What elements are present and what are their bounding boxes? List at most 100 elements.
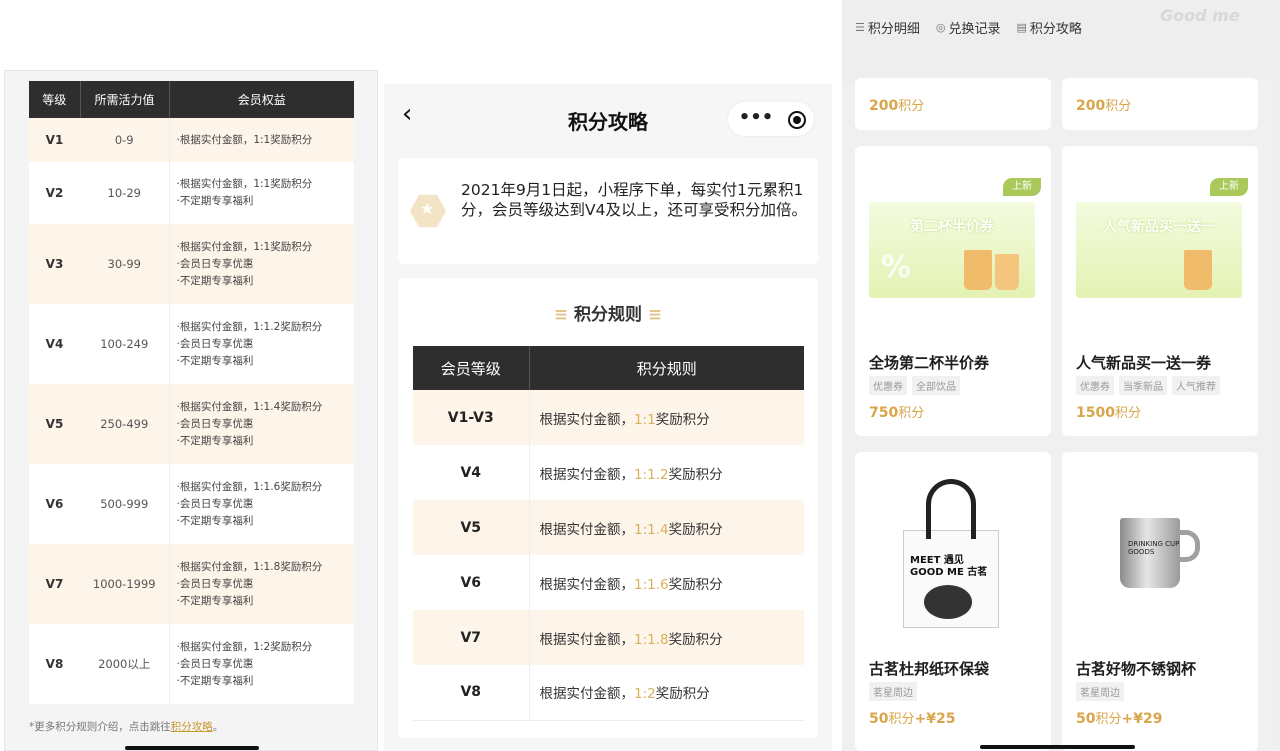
points-cell: 10-29	[80, 162, 169, 224]
product-tag: 优惠券	[1076, 376, 1114, 395]
level-cell: V3	[29, 224, 80, 304]
product-card[interactable]: 第二杯半价券 % 上新 全场第二杯半价券 优惠券 全部饮品 750积分	[855, 146, 1051, 436]
benefit-line: ·根据实付金额，1:1奖励积分	[176, 240, 313, 253]
level-cell: V7	[413, 610, 529, 665]
price-unit: 积分	[1095, 712, 1122, 727]
rule-ratio: 1:1.2	[634, 466, 669, 483]
product-name: 古茗杜邦纸环保袋	[869, 660, 990, 678]
rule-prefix: 根据实付金额，	[539, 521, 635, 538]
product-tags: 优惠券 当季新品 人气推荐	[1076, 376, 1220, 395]
bag-print: MEET 遇见 GOOD ME 古茗	[910, 555, 987, 579]
benefit-line: ·根据实付金额，1:1奖励积分	[176, 178, 313, 190]
benefits-cell: ·根据实付金额，1:1奖励积分	[168, 118, 354, 162]
drink-cup-icon	[964, 250, 992, 290]
points-cell: 100-249	[80, 304, 169, 384]
price-value: 200	[869, 98, 899, 114]
product-card[interactable]: 200积分	[855, 78, 1051, 130]
coupon-banner: 第二杯半价券	[910, 219, 994, 235]
points-cell: 1000-1999	[80, 544, 169, 624]
exchange-record-link[interactable]: ◎ 兑换记录	[936, 18, 1001, 37]
benefit-line: ·不定期专享福利	[176, 274, 254, 287]
benefits-cell: ·根据实付金额，1:1.4奖励积分 ·会员日专享优惠 ·不定期专享福利	[168, 384, 354, 464]
cup-print-line: DRINKING CUP	[1128, 540, 1180, 548]
points-strategy-page: ‹ 积分攻略 ••• 2021年9月1日起，小程序下单，每实付1元累积1分，会员…	[384, 84, 832, 751]
points-cell: 500-999	[80, 464, 169, 544]
benefit-line: ·会员日专享优惠	[176, 417, 254, 430]
product-card[interactable]: DRINKING CUP GOODS 古茗好物不锈钢杯 茗星周边 50积分+¥29	[1062, 452, 1258, 751]
benefit-line: ·会员日专享优惠	[176, 257, 254, 270]
link-label: 兑换记录	[948, 22, 1001, 37]
level-cell: V1-V3	[413, 390, 529, 445]
rule-ratio: 1:2	[634, 686, 656, 703]
rule-ratio: 1:1.4	[634, 521, 669, 538]
drink-cup-icon	[995, 254, 1019, 290]
rule-ratio: 1:1.6	[634, 576, 669, 593]
level-cell: V6	[29, 464, 80, 544]
points-detail-link[interactable]: ☰ 积分明细	[855, 18, 920, 37]
brand-watermark: Good me	[1160, 6, 1240, 25]
benefit-line: ·根据实付金额，1:1.4奖励积分	[176, 400, 323, 413]
level-cell: V8	[29, 624, 80, 704]
price-unit: 积分	[898, 406, 925, 421]
miniprogram-capsule: •••	[727, 101, 815, 137]
record-icon: ◎	[935, 21, 946, 34]
points-cell: 0-9	[80, 118, 169, 162]
product-tag: 人气推荐	[1172, 376, 1220, 395]
more-icon[interactable]: •••	[738, 108, 774, 130]
rule-suffix: 奖励积分	[668, 466, 723, 483]
product-tag: 优惠券	[869, 376, 907, 395]
product-grid: 200积分 200积分 第二杯半价券 % 上新 全场第二杯半价券 优惠券 全部饮…	[845, 78, 1275, 751]
footnote-end: 。	[212, 721, 224, 733]
product-price: 200积分	[869, 95, 924, 114]
rule-cell: 根据实付金额，1:1.8奖励积分	[528, 610, 804, 665]
table-row: V5 250-499 ·根据实付金额，1:1.4奖励积分 ·会员日专享优惠 ·不…	[29, 384, 354, 464]
product-card[interactable]: 200积分	[1062, 78, 1258, 130]
home-indicator	[125, 746, 259, 750]
benefits-cell: ·根据实付金额，1:2奖励积分 ·会员日专享优惠 ·不定期专享福利	[168, 624, 354, 704]
strategy-link[interactable]: 积分攻略	[171, 721, 213, 733]
product-card[interactable]: 人气新品买一送一 上新 人气新品买一送一券 优惠券 当季新品 人气推荐 1500…	[1062, 146, 1258, 436]
benefit-line: ·不定期专享福利	[176, 434, 254, 447]
table-row: V2 10-29 ·根据实付金额，1:1奖励积分 ·不定期专享福利	[29, 162, 354, 224]
cup-print: DRINKING CUP GOODS	[1128, 540, 1179, 556]
benefits-cell: ·根据实付金额，1:1.2奖励积分 ·会员日专享优惠 ·不定期专享福利	[168, 304, 354, 384]
close-target-icon[interactable]	[788, 111, 806, 129]
drink-cup-icon	[1184, 250, 1212, 290]
bag-print-line: GOOD ME 古茗	[910, 567, 988, 578]
header-points: 所需活力值	[79, 81, 169, 118]
header-member-level: 会员等级	[413, 346, 529, 390]
price-extra: +¥29	[1121, 711, 1163, 727]
table-row: V1-V3 根据实付金额，1:1奖励积分	[413, 390, 804, 445]
member-level-panel: 等级 所需活力值 会员权益 V1 0-9 ·根据实付金额，1:1奖励积分 V2 …	[4, 70, 378, 751]
table-row: V3 30-99 ·根据实付金额，1:1奖励积分 ·会员日专享优惠 ·不定期专享…	[29, 224, 354, 304]
benefit-line: ·会员日专享优惠	[176, 657, 254, 670]
link-label: 积分攻略	[1029, 22, 1082, 37]
benefits-cell: ·根据实付金额，1:1.8奖励积分 ·会员日专享优惠 ·不定期专享福利	[168, 544, 354, 624]
level-cell: V1	[29, 118, 80, 162]
benefit-line: ·根据实付金额，1:1.2奖励积分	[176, 320, 323, 333]
nav-bar: ‹ 积分攻略 •••	[384, 84, 832, 152]
level-cell: V2	[29, 162, 80, 224]
level-table-card: 等级 所需活力值 会员权益 V1 0-9 ·根据实付金额，1:1奖励积分 V2 …	[29, 81, 354, 704]
price-unit: 积分	[1114, 406, 1141, 421]
rule-cell: 根据实付金额，1:1.2奖励积分	[528, 445, 804, 500]
price-extra: +¥25	[914, 711, 956, 727]
rule-ratio: 1:1.8	[634, 631, 669, 648]
points-strategy-link[interactable]: ▤ 积分攻略	[1017, 18, 1082, 37]
tote-bag-image: MEET 遇见 GOOD ME 古茗	[903, 479, 999, 628]
shop-topbar: ☰ 积分明细 ◎ 兑换记录 ▤ 积分攻略 Good me	[842, 0, 1280, 80]
benefit-line: ·会员日专享优惠	[176, 497, 254, 510]
link-label: 积分明细	[867, 22, 920, 37]
table-row: V4 100-249 ·根据实付金额，1:1.2奖励积分 ·会员日专享优惠 ·不…	[29, 304, 354, 384]
benefits-cell: ·根据实付金额，1:1.6奖励积分 ·会员日专享优惠 ·不定期专享福利	[168, 464, 354, 544]
product-card[interactable]: MEET 遇见 GOOD ME 古茗 古茗杜邦纸环保袋 茗星周边 50积分+¥25	[855, 452, 1051, 751]
table-row: V8 2000以上 ·根据实付金额，1:2奖励积分 ·会员日专享优惠 ·不定期专…	[29, 624, 354, 704]
table-row: V6 根据实付金额，1:1.6奖励积分	[413, 555, 804, 610]
level-cell: V6	[413, 555, 529, 610]
coupon-image: 第二杯半价券 %	[869, 202, 1035, 298]
product-name: 全场第二杯半价券	[869, 354, 990, 372]
points-cell: 250-499	[80, 384, 169, 464]
rule-prefix: 根据实付金额，	[539, 686, 635, 703]
benefit-line: ·不定期专享福利	[176, 674, 254, 687]
notice-card: 2021年9月1日起，小程序下单，每实付1元累积1分，会员等级达到V4及以上，还…	[398, 158, 818, 264]
